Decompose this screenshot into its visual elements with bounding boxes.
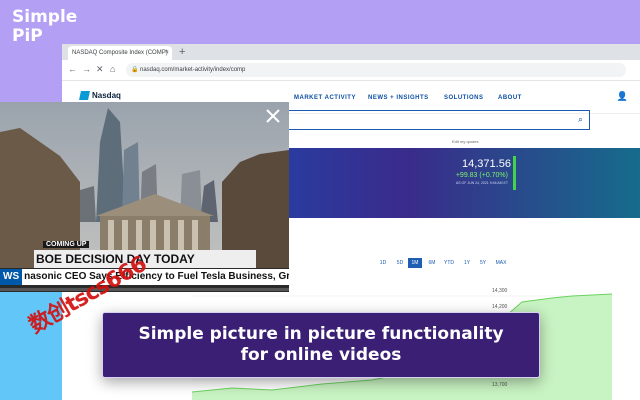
range-tab-1y[interactable]: 1Y xyxy=(460,258,474,268)
caption-line-1: Simple picture in picture functionality xyxy=(138,324,504,344)
range-tab-5d[interactable]: 5D xyxy=(393,258,407,268)
tab-bar: NASDAQ Composite Index (COMP) × + xyxy=(62,44,640,60)
nav-news-insights[interactable]: NEWS + INSIGHTS xyxy=(368,95,429,101)
stop-icon[interactable]: ✕ xyxy=(96,64,104,75)
search-icon[interactable]: ⌕ xyxy=(578,114,583,125)
gain-indicator xyxy=(513,156,516,190)
video-progress-bar[interactable] xyxy=(0,288,289,291)
coming-up-label: COMING UP xyxy=(43,241,90,248)
range-tab-1m[interactable]: 1M xyxy=(408,258,422,268)
forward-icon[interactable]: → xyxy=(82,64,91,74)
axis-tick-label: 14,200 xyxy=(492,304,508,310)
nav-solutions[interactable]: SOLUTIONS xyxy=(444,95,484,101)
index-change: +99.83 (+0.70%) xyxy=(455,172,508,179)
caption-line-2: for online videos xyxy=(240,345,402,365)
ticker-text: nasonic CEO Says Efficiency to Fuel Tesl… xyxy=(24,271,289,282)
new-tab-button[interactable]: + xyxy=(179,44,185,60)
user-icon[interactable]: 👤 xyxy=(617,91,628,102)
range-tab-ytd[interactable]: YTD xyxy=(442,258,456,268)
range-tab-max[interactable]: MAX xyxy=(494,258,508,268)
nav-about[interactable]: ABOUT xyxy=(498,95,522,101)
quote-timestamp: AS OF JUN 24, 2021 9:46 AM ET xyxy=(455,181,508,185)
browser-toolbar: ← → ✕ ⌂ 🔒 nasdaq.com/market-activity/ind… xyxy=(62,60,640,81)
range-tab-5y[interactable]: 5Y xyxy=(476,258,490,268)
url-text: nasdaq.com/market-activity/index/comp xyxy=(140,67,246,73)
brand-logo: Simple PiP xyxy=(12,8,77,46)
close-icon[interactable] xyxy=(265,108,281,124)
index-value: 14,371.56 xyxy=(462,158,511,170)
ticker-tag: WS xyxy=(0,269,23,285)
axis-tick-label: 13,700 xyxy=(492,382,508,388)
edit-quotes-link[interactable]: Edit my quotes xyxy=(452,139,478,144)
brand-line-1: Simple xyxy=(12,7,78,27)
home-icon[interactable]: ⌂ xyxy=(110,64,115,74)
tab-title: NASDAQ Composite Index (COMP) xyxy=(72,50,168,56)
feature-caption: Simple picture in picture functionality … xyxy=(102,312,540,378)
search-input[interactable]: ⌕ xyxy=(282,110,590,130)
nasdaq-mark-icon xyxy=(79,91,90,100)
address-bar[interactable]: 🔒 nasdaq.com/market-activity/index/comp xyxy=(126,63,626,77)
tab-close-icon[interactable]: × xyxy=(165,46,169,60)
nav-market-activity[interactable]: MARKET ACTIVITY xyxy=(294,95,356,101)
lock-icon: 🔒 xyxy=(131,67,139,73)
range-tab-1d[interactable]: 1D xyxy=(376,258,390,268)
browser-tab[interactable]: NASDAQ Composite Index (COMP) × xyxy=(68,46,172,60)
range-tab-6m[interactable]: 6M xyxy=(425,258,439,268)
nasdaq-logo[interactable]: Nasdaq xyxy=(79,91,121,100)
axis-tick-label: 14,300 xyxy=(492,288,508,294)
back-icon[interactable]: ← xyxy=(68,64,77,74)
logo-text: Nasdaq xyxy=(92,91,121,100)
